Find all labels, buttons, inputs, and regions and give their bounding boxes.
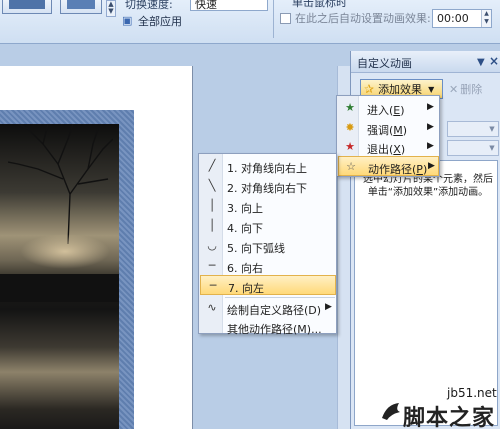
custom-path-icon: ∿ <box>207 301 217 314</box>
chevron-right-icon: ▶ <box>325 302 332 312</box>
auto-time-input[interactable]: 00:00 ▲ ▼ <box>432 9 492 28</box>
speed-select[interactable]: 快速 <box>190 0 268 11</box>
apply-all-button[interactable]: ▣ 全部应用 <box>122 13 182 29</box>
slide-picture[interactable] <box>0 110 134 429</box>
tree-silhouette-icon <box>8 124 113 244</box>
pane-options-icon[interactable]: ▼ <box>477 57 485 68</box>
apply-all-label: 全部应用 <box>138 15 182 28</box>
path-item-more[interactable]: 其他动作路径(M)... <box>200 317 336 337</box>
path-item-custom[interactable]: ∿ 绘制自定义路径(D) ▶ <box>200 298 336 318</box>
sunset-glow <box>20 234 110 269</box>
path-up-icon: │ <box>208 199 216 212</box>
gallery-more-button[interactable]: ▲ ▼ <box>106 0 116 17</box>
path-item-diagonal-down-right[interactable]: ╲ 2. 对角线向右下 <box>200 176 336 196</box>
remove-icon: ✕ <box>449 82 459 96</box>
emphasis-star-icon: ✸ <box>345 121 355 134</box>
watermark-name: 脚本之家 <box>403 406 496 429</box>
speed-label: 切换速度: <box>125 0 173 11</box>
on-click-label: 单击鼠标时 <box>292 0 347 9</box>
remove-label: 删除 <box>460 83 483 96</box>
path-item-arc-down[interactable]: ◡ 5. 向下弧线 <box>200 236 336 256</box>
menu-item-entrance[interactable]: ★ 进入(E) ▶ <box>338 98 439 118</box>
path-item-down[interactable]: │ 4. 向下 <box>200 216 336 236</box>
diagonal-up-right-icon: ╱ <box>208 159 216 172</box>
chevron-right-icon: ▶ <box>427 122 434 132</box>
ribbon: ▲ ▼ 切换速度: 快速 ▣ 全部应用 单击鼠标时 在此之后自动设置动画效果: 0… <box>0 0 500 44</box>
apply-all-icon: ▣ <box>122 14 133 27</box>
close-icon[interactable]: × <box>489 54 499 68</box>
auto-advance-label: 在此之后自动设置动画效果: <box>295 12 431 25</box>
menu-item-motion-path[interactable]: ☆ 动作路径(P) ▶ <box>338 156 439 176</box>
motion-path-star-icon: ☆ <box>346 160 356 173</box>
auto-time-value: 00:00 <box>437 12 469 25</box>
path-item-diagonal-up-right[interactable]: ╱ 1. 对角线向右上 <box>200 156 336 176</box>
exit-star-icon: ★ <box>345 140 355 153</box>
treeline <box>0 274 119 302</box>
night-lake-photo <box>0 124 119 429</box>
menu-item-exit[interactable]: ★ 退出(X) ▶ <box>338 137 439 157</box>
ribbon-divider <box>273 0 274 38</box>
menu-item-emphasis[interactable]: ✸ 强调(M) ▶ <box>338 118 439 138</box>
motion-path-menu: ╱ 1. 对角线向右上 ╲ 2. 对角线向右下 │ 3. 向上 │ 4. 向下 … <box>198 153 337 337</box>
watermark-url: jb51.net <box>447 386 497 400</box>
auto-advance-checkbox[interactable] <box>280 12 291 24</box>
arc-down-icon: ◡ <box>207 239 217 252</box>
diagonal-down-right-icon: ╲ <box>208 179 216 192</box>
chevron-down-icon: ▼ <box>428 84 435 94</box>
path-item-up[interactable]: │ 3. 向上 <box>200 196 336 216</box>
add-effect-star-icon: ✰ <box>364 82 375 96</box>
add-effect-menu: ★ 进入(E) ▶ ✸ 强调(M) ▶ ★ 退出(X) ▶ ☆ 动作路径(P) … <box>336 95 440 177</box>
chevron-right-icon: ▶ <box>428 161 435 171</box>
auto-advance-row: 在此之后自动设置动画效果: <box>280 10 431 26</box>
entrance-star-icon: ★ <box>345 101 355 114</box>
time-spinner[interactable]: ▲ ▼ <box>481 10 491 27</box>
path-item-left[interactable]: ─ 7. 向左 <box>200 275 336 295</box>
chevron-right-icon: ▶ <box>427 141 434 151</box>
path-right-icon: ─ <box>208 259 216 272</box>
pane-title-text: 自定义动画 <box>357 57 412 70</box>
path-down-icon: │ <box>208 219 216 232</box>
watermark-logo-icon <box>382 403 400 420</box>
path-left-icon: ─ <box>209 279 217 292</box>
property-select[interactable]: ▼ <box>447 140 499 156</box>
path-item-right[interactable]: ─ 6. 向右 <box>200 256 336 276</box>
chevron-right-icon: ▶ <box>427 102 434 112</box>
remove-button[interactable]: ✕ 删除 <box>449 80 497 98</box>
transition-thumbnail[interactable] <box>60 0 102 14</box>
start-select[interactable]: ▼ <box>447 121 499 137</box>
transition-thumbnail[interactable] <box>2 0 52 14</box>
